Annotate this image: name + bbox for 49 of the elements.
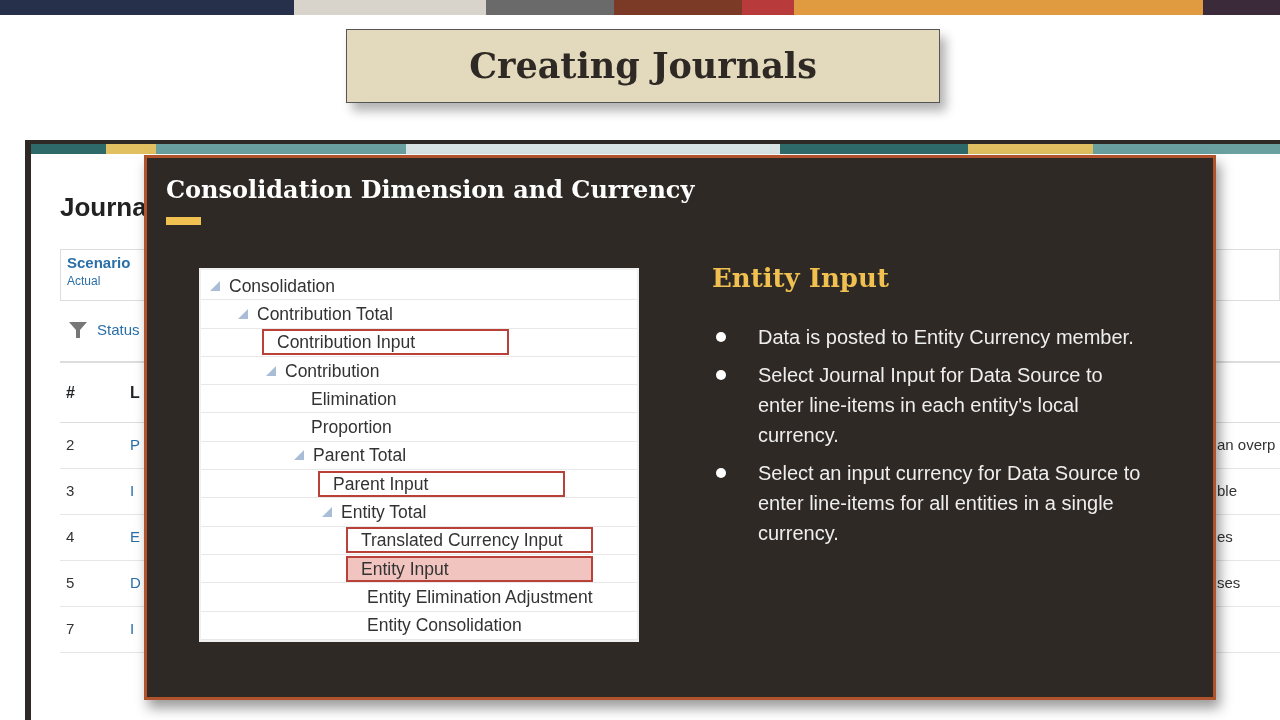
expand-triangle-icon[interactable] xyxy=(237,307,249,320)
bullet-icon xyxy=(716,468,726,478)
tree-item[interactable]: Entity Input xyxy=(346,555,593,582)
tree-item[interactable]: Entity Total xyxy=(335,501,433,523)
tree-item[interactable]: Entity Consolidation xyxy=(361,614,528,637)
accent-bar xyxy=(166,217,201,225)
tree-item[interactable]: Consolidation xyxy=(223,274,342,297)
table-cell-text: ses xyxy=(1217,573,1242,594)
journal-link[interactable]: I xyxy=(130,482,135,500)
column-header: L xyxy=(130,383,140,401)
table-cell-text: 2 xyxy=(65,435,76,456)
expand-triangle-icon[interactable] xyxy=(265,364,277,377)
tree-item[interactable]: Contribution Total xyxy=(251,302,399,325)
tree-item[interactable]: Proportion xyxy=(305,416,398,439)
expand-triangle-icon[interactable] xyxy=(209,279,221,292)
bullet-icon xyxy=(716,332,726,342)
journal-link[interactable]: D xyxy=(130,574,141,592)
slide-title: Creating Journals xyxy=(346,29,940,103)
pov-label: Scenario xyxy=(67,254,131,272)
table-cell-text: ble xyxy=(1217,481,1239,502)
table-cell-text: 5 xyxy=(65,573,76,594)
filter-link[interactable]: Status xyxy=(97,318,140,342)
table-cell-text: 4 xyxy=(65,527,76,548)
tree-item[interactable]: Translated Currency Input xyxy=(346,527,593,554)
pov-value: Actual xyxy=(67,273,101,290)
column-header: # xyxy=(65,382,76,403)
journal-link[interactable]: P xyxy=(130,436,140,454)
section-heading: Entity Input xyxy=(712,262,890,295)
tree-item[interactable]: Entity Elimination Adjustment xyxy=(361,585,599,608)
table-cell-text: 7 xyxy=(65,619,76,640)
journal-link[interactable]: I xyxy=(130,620,135,638)
tree-item[interactable]: Elimination xyxy=(305,387,403,410)
tree-item[interactable]: Contribution xyxy=(279,359,386,382)
bullet-icon xyxy=(716,370,726,380)
page-title: Journa xyxy=(60,191,147,224)
table-cell-text: 3 xyxy=(65,481,76,502)
tree-item[interactable]: Parent Total xyxy=(307,444,413,467)
bullet-text: Data is posted to Entity Currency member. xyxy=(758,325,1134,350)
bullet-text: Select an input currency for Data Source to enter line-items for all entities in a single currency. xyxy=(758,461,1142,546)
expand-triangle-icon[interactable] xyxy=(321,506,333,518)
expand-triangle-icon[interactable] xyxy=(293,449,305,462)
bullet-text: Select Journal Input for Data Source to enter line-items in each entity's local currency. xyxy=(758,363,1104,448)
tree-item[interactable]: Parent Input xyxy=(318,470,565,497)
panel-title: Consolidation Dimension and Currency xyxy=(166,174,695,206)
table-cell-text: an overp xyxy=(1217,435,1277,456)
filter-icon[interactable] xyxy=(69,322,87,338)
table-cell-text: es xyxy=(1217,527,1234,548)
journal-link[interactable]: E xyxy=(130,528,140,546)
tree-item[interactable]: Contribution Input xyxy=(262,329,509,356)
